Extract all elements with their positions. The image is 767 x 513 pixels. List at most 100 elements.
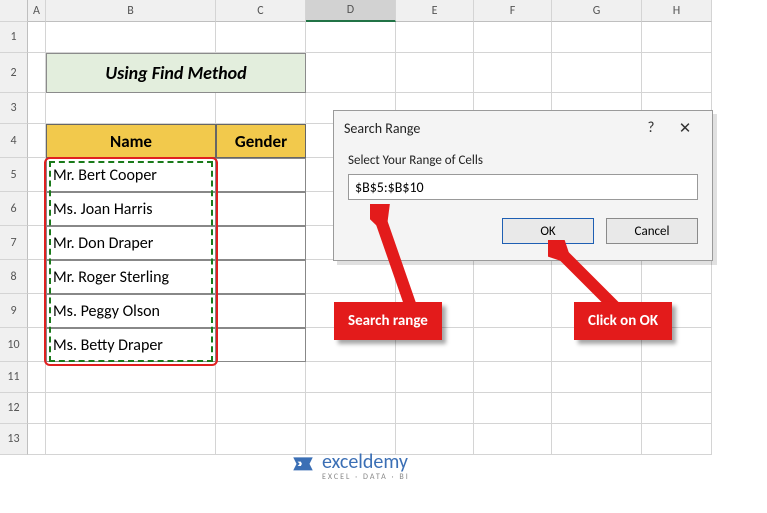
cell[interactable] [474, 53, 552, 93]
row-header-13[interactable]: 13 [0, 424, 28, 455]
cell[interactable] [28, 424, 46, 455]
cancel-button[interactable]: Cancel [606, 218, 698, 244]
cell[interactable] [216, 22, 306, 53]
cell[interactable] [474, 362, 552, 393]
close-icon[interactable]: ✕ [668, 119, 702, 138]
cell[interactable] [552, 22, 642, 53]
cell[interactable] [306, 393, 396, 424]
cell[interactable] [642, 260, 712, 294]
cell[interactable] [28, 226, 46, 260]
cell[interactable] [306, 260, 396, 294]
cell[interactable] [552, 260, 642, 294]
col-header-D[interactable]: D [306, 0, 396, 22]
cell[interactable] [46, 22, 216, 53]
cell[interactable] [46, 393, 216, 424]
cell[interactable] [28, 393, 46, 424]
col-header-B[interactable]: B [46, 0, 216, 22]
cell[interactable] [46, 93, 216, 124]
row-header-12[interactable]: 12 [0, 393, 28, 424]
cell-name[interactable]: Ms. Joan Harris [46, 192, 216, 226]
cell[interactable] [642, 22, 712, 53]
help-icon[interactable]: ? [634, 119, 668, 137]
cell[interactable] [552, 393, 642, 424]
cell[interactable] [28, 260, 46, 294]
cell[interactable] [216, 93, 306, 124]
cell-name[interactable]: Ms. Betty Draper [46, 328, 216, 362]
cell[interactable] [28, 124, 46, 158]
cell-name[interactable]: Ms. Peggy Olson [46, 294, 216, 328]
cell[interactable] [642, 393, 712, 424]
cell[interactable] [396, 393, 474, 424]
header-gender[interactable]: Gender [216, 124, 306, 158]
cell[interactable] [474, 424, 552, 455]
title-cell[interactable]: Using Find Method [46, 53, 306, 93]
dialog-titlebar[interactable]: Search Range ? ✕ [334, 111, 712, 145]
row-2: 2 Using Find Method [0, 53, 767, 93]
select-all-corner[interactable] [0, 0, 28, 22]
cell[interactable] [28, 328, 46, 362]
row-header-1[interactable]: 1 [0, 22, 28, 53]
cell[interactable] [642, 362, 712, 393]
row-header-7[interactable]: 7 [0, 226, 28, 260]
cell-gender[interactable] [216, 226, 306, 260]
row-header-2[interactable]: 2 [0, 53, 28, 93]
cell[interactable] [474, 328, 552, 362]
cell[interactable] [474, 22, 552, 53]
cell-gender[interactable] [216, 294, 306, 328]
ok-button[interactable]: OK [502, 218, 594, 244]
row-header-5[interactable]: 5 [0, 158, 28, 192]
cell[interactable] [306, 362, 396, 393]
cell[interactable] [28, 53, 46, 93]
cell[interactable] [46, 362, 216, 393]
row-11: 11 [0, 362, 767, 393]
cell[interactable] [216, 393, 306, 424]
cell[interactable] [306, 22, 396, 53]
row-header-6[interactable]: 6 [0, 192, 28, 226]
row-header-3[interactable]: 3 [0, 93, 28, 124]
cell[interactable] [396, 362, 474, 393]
cell[interactable] [28, 362, 46, 393]
cell[interactable] [28, 22, 46, 53]
cell-name[interactable]: Mr. Bert Cooper [46, 158, 216, 192]
dialog-prompt: Select Your Range of Cells [348, 153, 698, 168]
cell[interactable] [28, 93, 46, 124]
header-name[interactable]: Name [46, 124, 216, 158]
cell[interactable] [552, 362, 642, 393]
row-header-10[interactable]: 10 [0, 328, 28, 362]
cell[interactable] [552, 53, 642, 93]
cell[interactable] [474, 260, 552, 294]
cell[interactable] [642, 53, 712, 93]
range-input[interactable] [348, 174, 698, 200]
col-header-H[interactable]: H [642, 0, 712, 22]
col-header-G[interactable]: G [552, 0, 642, 22]
cell-gender[interactable] [216, 260, 306, 294]
cell[interactable] [306, 53, 396, 93]
cell[interactable] [28, 294, 46, 328]
cell[interactable] [396, 53, 474, 93]
cell[interactable] [216, 362, 306, 393]
cell-gender[interactable] [216, 158, 306, 192]
col-header-F[interactable]: F [474, 0, 552, 22]
cell-name[interactable]: Mr. Don Draper [46, 226, 216, 260]
cell-gender[interactable] [216, 192, 306, 226]
cell[interactable] [28, 158, 46, 192]
cell[interactable] [642, 424, 712, 455]
cell[interactable] [396, 260, 474, 294]
cell[interactable] [552, 424, 642, 455]
row-12: 12 [0, 393, 767, 424]
cell[interactable] [474, 393, 552, 424]
cell[interactable] [28, 192, 46, 226]
col-headers-row: A B C D E F G H [0, 0, 767, 22]
row-header-11[interactable]: 11 [0, 362, 28, 393]
cell-name[interactable]: Mr. Roger Sterling [46, 260, 216, 294]
col-header-A[interactable]: A [28, 0, 46, 22]
col-header-E[interactable]: E [396, 0, 474, 22]
row-header-8[interactable]: 8 [0, 260, 28, 294]
row-header-4[interactable]: 4 [0, 124, 28, 158]
row-header-9[interactable]: 9 [0, 294, 28, 328]
cell[interactable] [474, 294, 552, 328]
col-header-C[interactable]: C [216, 0, 306, 22]
cell[interactable] [46, 424, 216, 455]
cell[interactable] [396, 22, 474, 53]
cell-gender[interactable] [216, 328, 306, 362]
